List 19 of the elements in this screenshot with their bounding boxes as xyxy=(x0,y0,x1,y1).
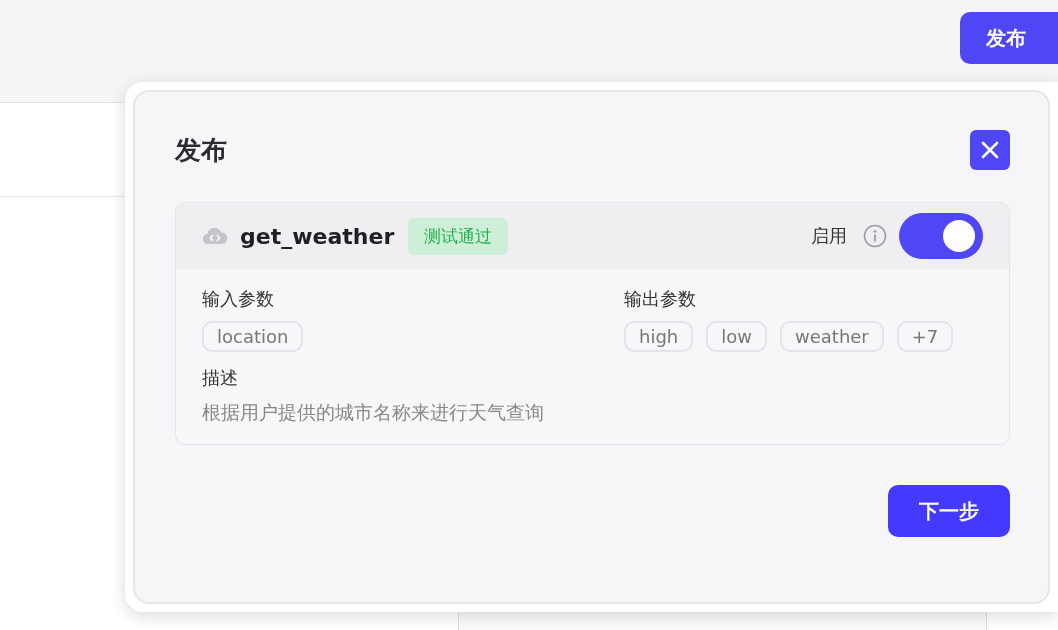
next-button[interactable]: 下一步 xyxy=(888,485,1010,537)
param-tag: high xyxy=(624,321,694,352)
close-button[interactable] xyxy=(970,130,1010,170)
cloud-code-icon xyxy=(202,227,228,245)
dialog-title: 发布 xyxy=(175,133,227,167)
description-text: 根据用户提供的城市名称来进行天气查询 xyxy=(202,401,544,423)
param-tag: low xyxy=(706,321,767,352)
output-params-label: 输出参数 xyxy=(624,287,697,311)
input-params-label: 输入参数 xyxy=(202,287,275,311)
description-label: 描述 xyxy=(202,366,239,390)
enable-label: 启用 xyxy=(811,224,847,248)
param-tag: +7 xyxy=(896,321,954,352)
publish-button[interactable]: 发布 xyxy=(960,12,1058,64)
param-tag: location xyxy=(202,321,304,352)
close-icon xyxy=(981,141,999,159)
param-tag: weather xyxy=(780,321,884,352)
tool-name: get_weather xyxy=(240,223,395,249)
enable-toggle[interactable] xyxy=(899,213,983,259)
status-badge: 测试通过 xyxy=(408,217,509,255)
